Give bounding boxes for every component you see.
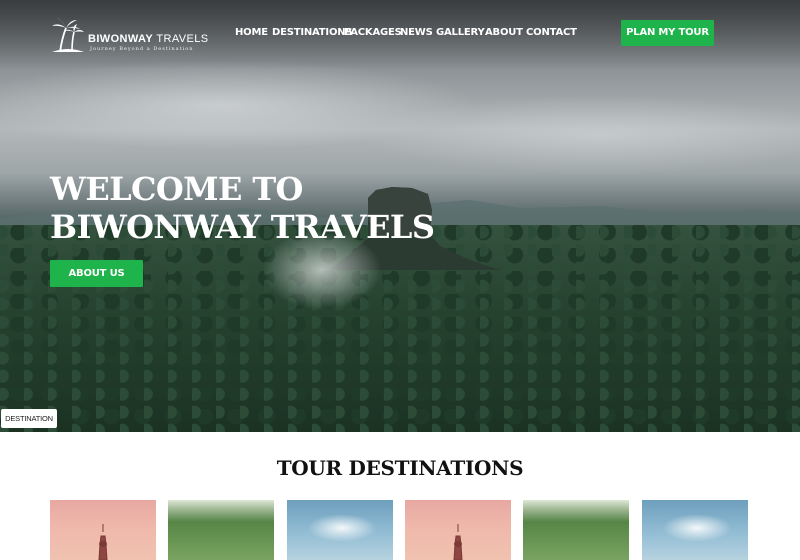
brand-tagline: Journey Beyond a Destination [90,46,194,52]
hero-title-line: BIWONWAY TRAVELS [50,208,435,246]
tower-image [453,524,463,560]
destination-cards [50,500,750,560]
hill-sky [523,500,629,522]
cloud-image [662,514,732,542]
destination-tab[interactable]: DESTINATION [1,409,57,428]
destination-card[interactable] [405,500,511,560]
destination-card[interactable] [523,500,629,560]
plan-my-tour-button[interactable]: PLAN MY TOUR [621,20,714,46]
main-nav: HOME DESTINATIONS PACKAGES NEWS GALLERY … [235,27,577,38]
destination-card[interactable] [642,500,748,560]
nav-contact[interactable]: CONTACT [526,27,577,38]
nav-news[interactable]: NEWS [400,27,436,38]
tower-image [98,524,108,560]
site-logo[interactable]: BIWONWAY TRAVELS Journey Beyond a Destin… [50,16,210,54]
nav-gallery[interactable]: GALLERY [436,27,485,38]
about-us-button[interactable]: ABOUT US [50,260,143,287]
destination-card[interactable] [287,500,393,560]
brand-name: BIWONWAY TRAVELS [88,33,209,45]
section-title: TOUR DESTINATIONS [276,456,524,480]
nav-about[interactable]: ABOUT [485,27,526,38]
hero-title-line: WELCOME TO [50,170,303,208]
destination-card[interactable] [168,500,274,560]
cloud-image [307,514,377,542]
destination-card[interactable] [50,500,156,560]
nav-home[interactable]: HOME [235,27,272,38]
hill-sky [168,500,274,522]
nav-packages[interactable]: PACKAGES [344,27,402,38]
nav-destinations[interactable]: DESTINATIONS [272,27,353,38]
palm-trees-icon [52,17,84,53]
hero-title: WELCOME TO BIWONWAY TRAVELS [50,170,435,246]
